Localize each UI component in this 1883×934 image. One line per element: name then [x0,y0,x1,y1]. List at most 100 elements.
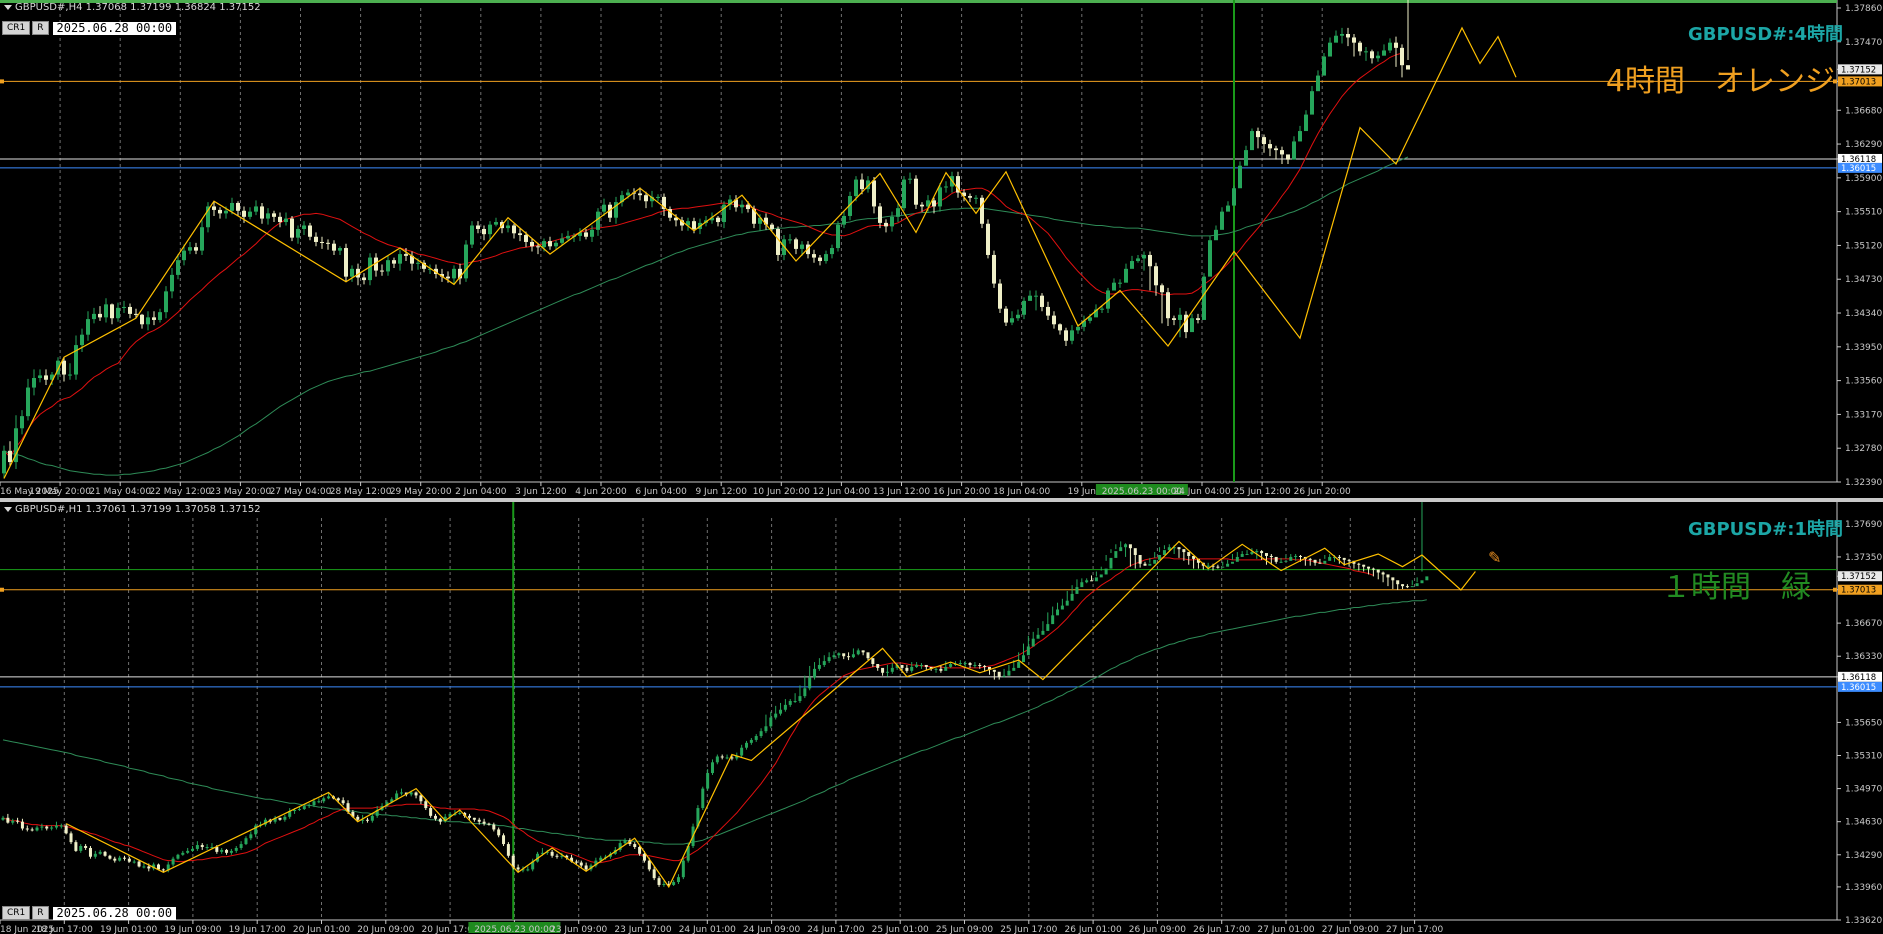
h1-candle-body [215,846,219,852]
h1-candle-body [1279,561,1283,563]
h1-candle-body [429,808,433,816]
h1-date-box[interactable]: 2025.06.28 00:00 [52,906,177,920]
h1-candle-body [1255,551,1259,553]
h1-candle-body [492,824,496,830]
h1-candle-body [1318,562,1322,564]
h1-candle-body [1153,559,1157,564]
h4-candle-body [1040,295,1044,307]
h4-candle-body [200,227,204,251]
h4-candle-body [1058,324,1062,331]
h4-candle-body [692,221,696,229]
collapse-triangle-icon[interactable] [4,4,12,10]
h4-candle-body [218,209,222,214]
h4-candle-body [1376,55,1380,59]
h1-candle-body [885,671,889,673]
h4-r-button[interactable]: R [32,21,49,35]
h4-candle-body [596,211,600,230]
h4-x-tick-label: 18 Jun 04:00 [993,487,1050,497]
h1-ma-fast-line [2,557,1374,864]
h1-candle-body [832,655,836,658]
h4-date-box[interactable]: 2025.06.28 00:00 [52,21,177,35]
h4-candle-body [1016,314,1020,319]
h1-candle-body [798,696,802,701]
h4-candle-body [1208,240,1212,277]
h4-candle-body [1286,154,1290,160]
h1-candle-body [555,855,559,857]
h1-chart-pane[interactable]: 18 Jun 2025 18 Jun 17:00 19 Jun 01:00 19 Ju… [0,502,1883,934]
pencil-icon[interactable]: ✎ [1488,548,1501,567]
h4-y-tick-label: 1.37860 [1845,4,1882,14]
h1-candle-body [676,877,680,883]
h1-candle-body [297,809,301,811]
h1-candle-body [1376,569,1380,573]
h1-y-tick-label: 1.36330 [1845,652,1882,662]
h1-chart-canvas[interactable]: 18 Jun 202518 Jun 17:00 19 Jun 01:00 19 Ju… [0,502,1883,934]
h1-candle-body [827,657,831,662]
h1-candle-body [327,796,331,799]
h1-candle-body [1425,576,1429,581]
h4-cr1-button[interactable]: CR1 [2,21,31,35]
h1-candle-body [20,821,24,829]
h1-candle-body [127,858,131,862]
h4-candle-body [1280,150,1284,155]
h1-candle-body [584,865,588,870]
h1-candle-body [477,819,481,822]
h1-candle-body [983,665,987,667]
h4-candle-body [800,244,804,249]
h1-candle-body [147,866,151,869]
h1-candle-body [842,653,846,657]
h1-candle-body [793,700,797,702]
h1-candle-body [6,817,10,823]
h1-y-tick-label: 1.35310 [1845,752,1882,762]
h4-chart-pane[interactable]: 16 May 2025 19 May 20:00 21 May 04:00 22 Ma… [0,0,1883,498]
collapse-triangle-icon[interactable] [4,506,12,512]
h4-candle-body [1076,326,1080,331]
h4-candle-body [716,217,720,223]
h4-candle-body [104,304,108,318]
h1-price-label: 1.37013 [1841,586,1876,596]
h1-candle-body [881,667,885,673]
h1-candle-body [1090,580,1094,582]
h1-candle-body [64,825,68,834]
h4-candle-body [1274,148,1278,151]
h1-candle-body [79,846,83,851]
h1-candle-body [856,650,860,655]
h4-candle-body [44,375,48,380]
h4-header-text: GBPUSD#,H4 1.37068 1.37199 1.36824 1.371… [15,2,261,13]
h4-chart-canvas[interactable]: 16 May 202519 May 20:0021 May 04:0022 Ma… [0,0,1883,498]
h4-candle-body [932,200,936,207]
h1-candle-body [973,664,977,666]
h1-candle-body [720,756,724,758]
h1-r-button[interactable]: R [32,906,49,920]
h1-candle-body [1056,609,1060,616]
h4-candle-body [842,215,846,225]
h4-x-tick-label: 13 Jun 12:00 [873,487,930,497]
h1-candle-body [293,810,297,812]
h1-candle-body [949,664,953,667]
h4-candle-body [1334,35,1338,43]
h1-candle-body [672,882,676,885]
h4-y-tick-label: 1.35510 [1845,208,1882,218]
h4-candle-body [1190,318,1194,333]
h1-candle-body [25,828,29,830]
h4-x-tick-label: 6 Jun 04:00 [635,487,687,497]
h1-candle-body [229,850,233,853]
h4-candle-body [152,317,156,320]
h1-orange-line-handle [1833,587,1837,592]
h1-candle-body [103,851,107,856]
h4-candle-body [446,276,450,279]
h4-candle-body [560,238,564,243]
h1-candle-body [312,801,316,806]
h4-candle-body [296,228,300,238]
h1-x-tick-label: 24 Jun 09:00 [743,925,800,934]
h1-cr1-button[interactable]: CR1 [2,906,31,920]
h1-candle-body [924,664,928,667]
h4-candle-body [1304,114,1308,132]
h1-candle-body [1289,556,1293,561]
h1-candle-body [336,798,340,801]
h4-candle-body [536,246,540,248]
h1-candle-body [915,664,919,667]
h4-candle-body [1292,141,1296,160]
h1-candle-body [11,820,15,823]
h1-candle-body [749,739,753,743]
